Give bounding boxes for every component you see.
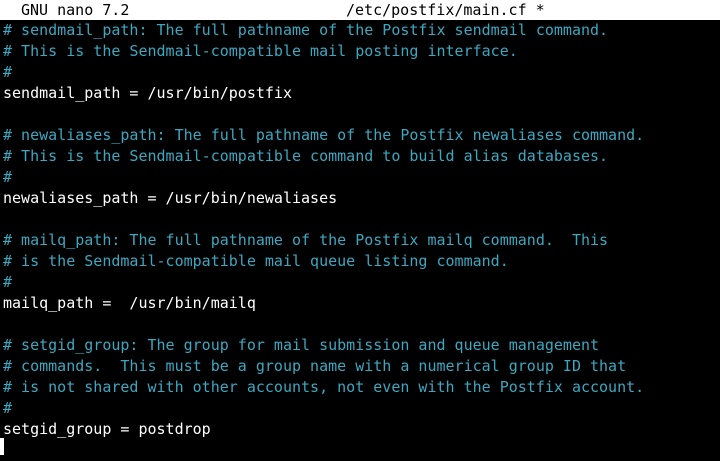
buffer-line[interactable]: # is the Sendmail-compatible mail queue … bbox=[3, 251, 720, 272]
buffer-line[interactable]: # This is the Sendmail-compatible mail p… bbox=[3, 41, 720, 62]
nano-title-bar: GNU nano 7.2 /etc/postfix/main.cf * bbox=[0, 0, 720, 20]
buffer-line[interactable] bbox=[3, 104, 720, 125]
buffer-line[interactable]: # This is the Sendmail-compatible comman… bbox=[3, 146, 720, 167]
buffer-line[interactable]: # mailq_path: The full pathname of the P… bbox=[3, 230, 720, 251]
file-name: /etc/postfix/main.cf * bbox=[346, 1, 545, 19]
buffer-line[interactable] bbox=[3, 440, 720, 461]
buffer-line[interactable]: # bbox=[3, 167, 720, 188]
buffer-line[interactable]: # setgid_group: The group for mail submi… bbox=[3, 335, 720, 356]
app-name: GNU nano 7.2 bbox=[21, 1, 130, 19]
buffer-line[interactable] bbox=[3, 314, 720, 335]
buffer-line[interactable]: # commands. This must be a group name wi… bbox=[3, 356, 720, 377]
buffer-line[interactable] bbox=[3, 209, 720, 230]
buffer-line[interactable]: # is not shared with other accounts, not… bbox=[3, 377, 720, 398]
buffer-line[interactable]: setgid_group = postdrop bbox=[3, 419, 720, 440]
buffer-line[interactable]: # bbox=[3, 62, 720, 83]
buffer-line[interactable]: sendmail_path = /usr/bin/postfix bbox=[3, 83, 720, 104]
buffer-line[interactable]: # bbox=[3, 272, 720, 293]
buffer-line[interactable]: # sendmail_path: The full pathname of th… bbox=[3, 20, 720, 41]
text-cursor bbox=[0, 438, 4, 455]
buffer-line[interactable]: mailq_path = /usr/bin/mailq bbox=[3, 293, 720, 314]
buffer-line[interactable]: # bbox=[3, 398, 720, 419]
buffer-line[interactable]: # newaliases_path: The full pathname of … bbox=[3, 125, 720, 146]
buffer-line[interactable]: newaliases_path = /usr/bin/newaliases bbox=[3, 188, 720, 209]
editor-buffer[interactable]: # sendmail_path: The full pathname of th… bbox=[3, 20, 720, 461]
